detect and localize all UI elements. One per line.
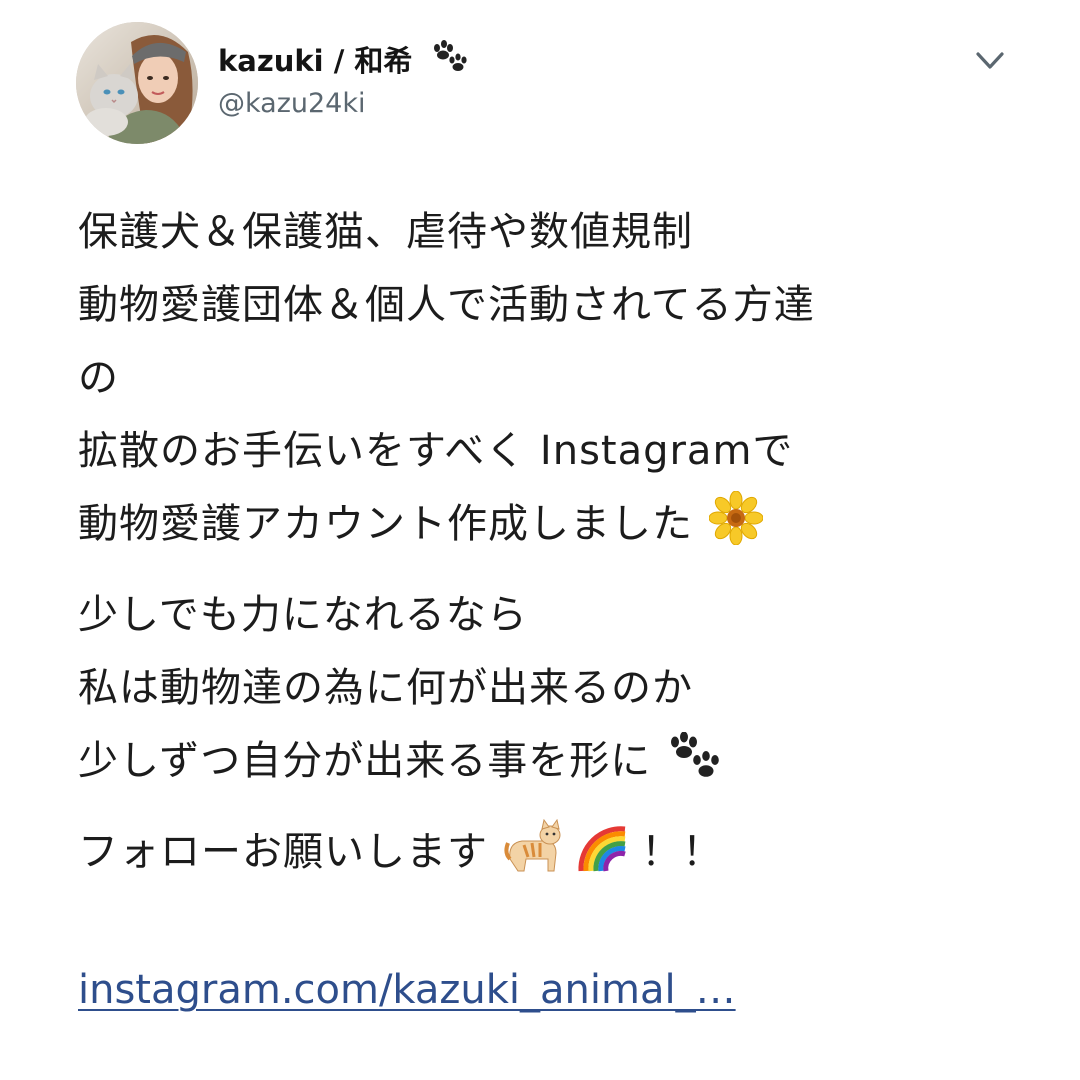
tweet-line-text: 動物愛護アカウント作成しました — [78, 501, 693, 547]
user-handle[interactable]: @kazu24ki — [218, 87, 366, 121]
tweet-line-with-emoji: 動物愛護アカウント作成しました — [78, 488, 1038, 561]
tweet-line-with-emoji: フォローお願いします ！！ — [78, 816, 1038, 889]
tweet-line-suffix: ！！ — [641, 829, 724, 875]
avatar[interactable] — [76, 22, 198, 144]
sunflower-icon — [708, 490, 764, 569]
display-name[interactable]: kazuki / 和希 — [218, 40, 469, 82]
cat-icon — [504, 818, 562, 897]
tweet-line: の — [78, 355, 119, 401]
paw-prints-icon — [429, 40, 469, 82]
display-name-text: kazuki / 和希 — [218, 44, 413, 78]
tweet-line-text: 少しずつ自分が出来る事を形に — [78, 738, 652, 784]
tweet-card: kazuki / 和希 @kazu24ki 保護犬＆保護猫、虐待や数値規制 動物… — [0, 0, 1080, 1080]
tweet-line: 拡散のお手伝いをすべく Instagramで — [78, 428, 794, 474]
paw-prints-icon — [667, 731, 721, 806]
rainbow-icon — [577, 823, 627, 897]
profile-photo-with-cat — [76, 22, 198, 144]
tweet-line: 少しでも力になれるなら — [78, 592, 528, 638]
chevron-down-icon[interactable] — [970, 46, 1010, 76]
tweet-line: 保護犬＆保護猫、虐待や数値規制 — [78, 209, 693, 255]
tweet-text: 保護犬＆保護猫、虐待や数値規制 動物愛護団体＆個人で活動されてる方達 の 拡散の… — [78, 196, 1038, 889]
tweet-line: 動物愛護団体＆個人で活動されてる方達 — [78, 282, 815, 328]
tweet-line-text: フォローお願いします — [78, 829, 488, 875]
tweet-line: 私は動物達の為に何が出来るのか — [78, 665, 693, 711]
instagram-link[interactable]: instagram.com/kazuki_animal_… — [78, 962, 736, 1018]
tweet-line-with-emoji: 少しずつ自分が出来る事を形に — [78, 725, 1038, 798]
